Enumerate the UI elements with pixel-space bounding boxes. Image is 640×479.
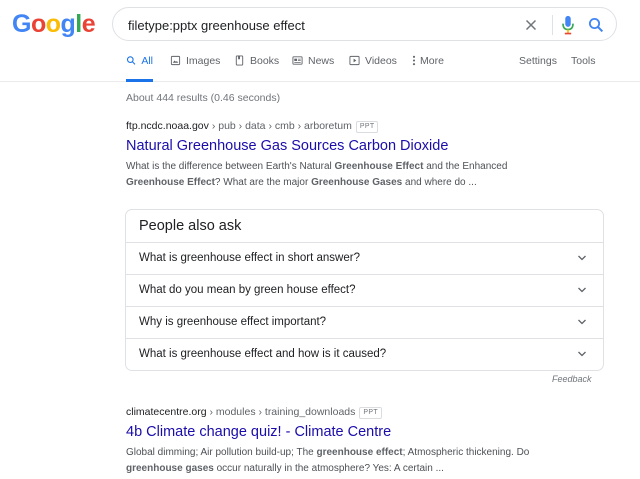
- chevron-down-icon: [578, 319, 586, 325]
- result-stats: About 444 results (0.46 seconds): [126, 92, 281, 104]
- tab-label: All: [141, 55, 153, 67]
- tab-label: Videos: [365, 55, 397, 67]
- snippet-bold: greenhouse gases: [126, 463, 214, 474]
- paa-question[interactable]: Why is greenhouse effect important?: [126, 306, 603, 338]
- chevron-down-icon: [578, 351, 586, 357]
- paa-question-text: What do you mean by green house effect?: [139, 284, 356, 296]
- filetype-badge: PPT: [355, 121, 379, 133]
- paa-title: People also ask: [139, 218, 242, 234]
- logo-letter: o: [30, 10, 46, 38]
- newspaper-icon: [292, 56, 303, 65]
- video-icon: [349, 55, 360, 66]
- search-box: [112, 7, 617, 41]
- people-also-ask: People also ask What is greenhouse effec…: [125, 209, 604, 371]
- tab-all[interactable]: All: [126, 55, 153, 82]
- logo-letter: g: [60, 10, 76, 38]
- tab-images[interactable]: Images: [170, 55, 220, 82]
- settings-link[interactable]: Settings: [519, 55, 557, 67]
- result-title-link[interactable]: Natural Greenhouse Gas Sources Carbon Di…: [126, 136, 586, 156]
- snippet-text: Global dimming; Air pollution build-up; …: [126, 447, 317, 458]
- snippet-text: occur naturally in the atmosphere? Yes: …: [213, 463, 444, 474]
- tab-videos[interactable]: Videos: [349, 55, 397, 82]
- result-snippet: Global dimming; Air pollution build-up; …: [126, 445, 586, 477]
- paa-question[interactable]: What is greenhouse effect and how is it …: [126, 338, 603, 370]
- tab-label: News: [308, 55, 335, 67]
- chevron-down-icon: [578, 255, 586, 261]
- result-title-link[interactable]: 4b Climate change quiz! - Climate Centre: [126, 422, 586, 442]
- snippet-bold: Greenhouse Effect: [334, 161, 424, 172]
- result-site: climatecentre.org: [126, 406, 207, 418]
- more-vert-icon: [412, 55, 416, 66]
- search-icon[interactable]: [587, 16, 605, 34]
- result-site: ftp.ncdc.noaa.gov: [126, 120, 209, 132]
- feedback-link[interactable]: Feedback: [552, 374, 592, 384]
- logo-letter: o: [45, 10, 61, 38]
- paa-question-text: What is greenhouse effect and how is it …: [139, 348, 387, 360]
- logo-letter: e: [81, 10, 96, 38]
- search-input[interactable]: [128, 16, 508, 34]
- result-snippet: What is the difference between Earth's N…: [126, 159, 586, 191]
- google-logo[interactable]: Google: [12, 10, 96, 39]
- tab-more[interactable]: More: [412, 55, 444, 82]
- snippet-text: ? What are the major: [214, 177, 312, 188]
- snippet-text: What is the difference between Earth's N…: [126, 161, 335, 172]
- paa-question-text: Why is greenhouse effect important?: [139, 316, 327, 328]
- tab-news[interactable]: News: [292, 55, 334, 82]
- snippet-text: and where do ...: [402, 177, 477, 188]
- tab-label: More: [420, 55, 444, 67]
- tab-books[interactable]: Books: [234, 55, 279, 82]
- book-icon: [235, 55, 244, 66]
- result-url[interactable]: ftp.ncdc.noaa.gov › pub › data › cmb › a…: [126, 120, 586, 133]
- header: Google All: [0, 0, 640, 82]
- snippet-text: and the Enhanced: [423, 161, 508, 172]
- tab-label: Books: [250, 55, 280, 67]
- tools-link[interactable]: Tools: [571, 55, 596, 67]
- result-path: › modules › training_downloads: [206, 406, 356, 418]
- paa-question[interactable]: What do you mean by green house effect?: [126, 274, 603, 306]
- filetype-badge: PPT: [359, 407, 382, 419]
- clear-icon[interactable]: [522, 16, 540, 34]
- searchbox-divider: [552, 15, 553, 35]
- paa-question-text: What is greenhouse effect in short answe…: [139, 252, 360, 264]
- snippet-text: ; Atmospheric thickening. Do: [402, 447, 530, 458]
- microphone-icon[interactable]: [560, 15, 576, 35]
- image-icon: [170, 55, 181, 66]
- result-path: › pub › data › cmb › arboretum: [208, 120, 352, 132]
- snippet-bold: Greenhouse Effect: [126, 177, 215, 188]
- result-url[interactable]: climatecentre.org › modules › training_d…: [126, 406, 586, 419]
- paa-question[interactable]: What is greenhouse effect in short answe…: [126, 242, 603, 274]
- snippet-bold: greenhouse effect: [316, 447, 403, 458]
- logo-letter: G: [12, 10, 31, 38]
- search-icon: [126, 56, 136, 65]
- chevron-down-icon: [578, 287, 586, 293]
- search-result: ftp.ncdc.noaa.gov › pub › data › cmb › a…: [126, 120, 586, 191]
- tab-label: Images: [186, 55, 221, 67]
- search-tabs: All Images Books News Videos More Settin…: [0, 55, 640, 82]
- snippet-bold: Greenhouse Gases: [311, 177, 403, 188]
- search-result: climatecentre.org › modules › training_d…: [126, 406, 586, 477]
